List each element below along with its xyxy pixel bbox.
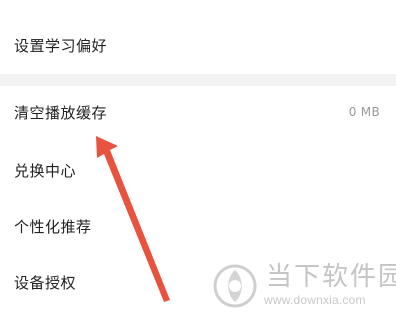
settings-item-personalized-recommendation[interactable]: 个性化推荐: [0, 200, 396, 252]
settings-screen: 设置学习偏好 清空播放缓存 0 MB 兑换中心 个性化推荐 设备授权 当下软件园…: [0, 0, 396, 326]
settings-item-label: 设备授权: [14, 273, 77, 292]
settings-item-learning-preference[interactable]: 设置学习偏好: [0, 18, 396, 72]
cache-size-value: 0 MB: [348, 105, 380, 119]
settings-item-redeem-center[interactable]: 兑换中心: [0, 144, 396, 196]
settings-item-label: 设置学习偏好: [14, 36, 108, 55]
settings-item-device-authorization[interactable]: 设备授权: [0, 256, 396, 308]
settings-item-clear-cache[interactable]: 清空播放缓存 0 MB: [0, 86, 396, 138]
section-divider: [0, 74, 396, 86]
settings-item-label: 兑换中心: [14, 161, 77, 180]
settings-item-label: 个性化推荐: [14, 217, 92, 236]
settings-item-label: 清空播放缓存: [14, 103, 108, 122]
